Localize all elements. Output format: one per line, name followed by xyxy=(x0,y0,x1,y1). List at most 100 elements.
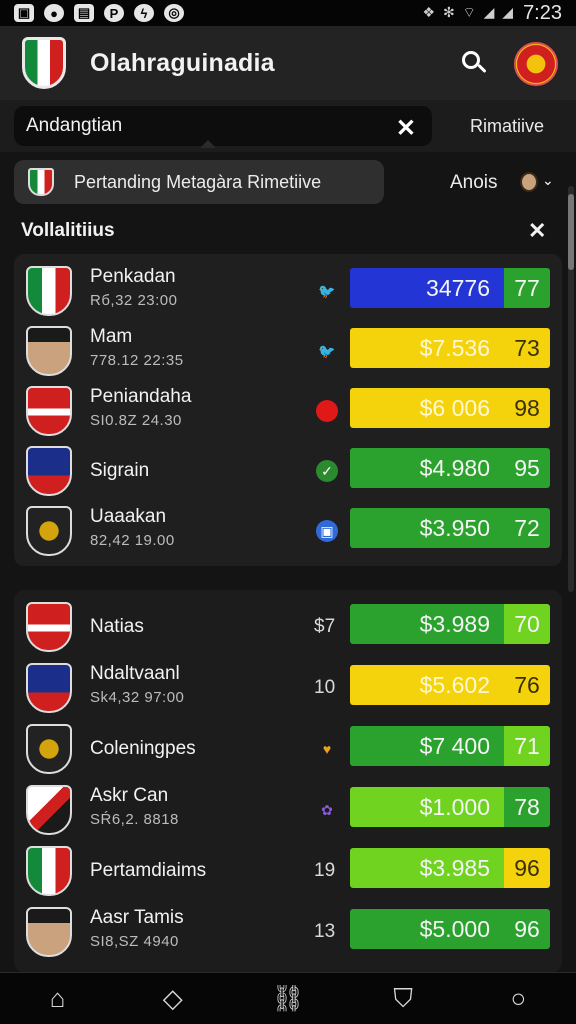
status-time: 7:23 xyxy=(523,1,562,24)
status-bar: ▣ ● ▤ P ϟ ◎ ❖ ✻ ⌔ ◢ ◢ 7:23 xyxy=(0,0,576,26)
row-mid-value: 10 xyxy=(314,677,336,698)
shield-icon[interactable]: ⛉ xyxy=(383,979,423,1019)
shield-badge-icon: ▣ xyxy=(316,520,338,542)
ball-icon: ◎ xyxy=(164,4,184,22)
value-bar[interactable]: $7.536 xyxy=(350,328,504,368)
filter-row: Pertanding Metagàra Rimetiive Anois ⌄ xyxy=(0,152,576,214)
location-icon[interactable]: ◇ xyxy=(153,979,193,1019)
filter-label: Pertanding Metagàra Rimetiive xyxy=(74,171,322,192)
activity-icon[interactable]: ⛓ xyxy=(268,979,308,1019)
list-item[interactable]: Coleningpes ♥ $7 400 71 xyxy=(14,716,562,776)
team-logo xyxy=(26,846,72,896)
list-item[interactable]: Mam 778.12 22:35 🐦 $7.536 73 xyxy=(14,318,562,378)
team-name: Uaaakan xyxy=(90,506,167,527)
team-logo xyxy=(26,506,72,556)
filter-dropdown-label[interactable]: Anois xyxy=(450,172,498,194)
team-name: Ndaltvaanl xyxy=(90,663,180,684)
list-item[interactable]: Ndaltvaanl Sk4,32 97:00 10 $5.602 76 xyxy=(14,655,562,715)
list-item[interactable]: Penіandaha SI0.8Z 24.30 $6 006 98 xyxy=(14,378,562,438)
score-badge: 78 xyxy=(504,787,550,827)
team-logo xyxy=(26,266,72,316)
profile-icon[interactable]: ○ xyxy=(498,979,538,1019)
list-item[interactable]: Askr Can SŔ6,2. 8818 ✿ $1.000 78 xyxy=(14,777,562,837)
search-chip[interactable]: Andangtian ✕ xyxy=(14,106,432,146)
value-bar[interactable]: $7 400 xyxy=(350,726,504,766)
score-badge: 71 xyxy=(504,726,550,766)
list-item[interactable]: Sigrain ✓ $4.980 95 xyxy=(14,438,562,498)
value-bar[interactable]: $3.989 xyxy=(350,604,504,644)
value-bar[interactable]: $1.000 xyxy=(350,787,504,827)
value-bar[interactable]: $3.950 xyxy=(350,508,504,548)
p-icon: P xyxy=(104,4,124,22)
bird-icon: ♥ xyxy=(322,741,332,757)
cluster-icon: ✿ xyxy=(321,801,333,818)
value-bar[interactable]: $5.000 xyxy=(350,909,504,949)
search-chip-label: Andangtian xyxy=(26,115,123,136)
team-logo xyxy=(26,326,72,376)
score-badge: 73 xyxy=(504,328,550,368)
team-name: Penkadan xyxy=(90,266,176,287)
team-logo xyxy=(26,907,72,957)
team-logo xyxy=(26,386,72,436)
team-meta: SI8,SZ 4940 xyxy=(90,933,179,950)
filter-chip[interactable]: Pertanding Metagàra Rimetiive xyxy=(14,160,384,204)
top-list-panel: Penkadan Rб,32 23:00 🐦 34776 77 Mam 778.12 22:… xyxy=(14,254,562,566)
team-meta: Rб,32 23:00 xyxy=(90,292,178,309)
value-bar[interactable]: $3.985 xyxy=(350,848,504,888)
team-name: Pertamdiaims xyxy=(90,860,207,881)
search-icon[interactable] xyxy=(458,48,490,80)
team-name: Sigrain xyxy=(90,460,150,481)
twitter-icon: 🐦 xyxy=(318,342,336,359)
circle-icon: ● xyxy=(44,4,64,22)
team-meta: 778.12 22:35 xyxy=(90,352,184,369)
team-name: Penіandaha xyxy=(90,386,192,407)
team-logo xyxy=(26,785,72,835)
score-badge: 76 xyxy=(504,665,550,705)
caret-icon xyxy=(200,140,216,148)
signal-icons: ❖ ✻ ⌔ ◢ ◢ xyxy=(422,4,516,20)
team-logo xyxy=(26,446,72,496)
team-logo xyxy=(26,724,72,774)
score-badge: 72 xyxy=(504,508,550,548)
team-name: Askr Can xyxy=(90,785,169,806)
list-item[interactable]: Natias $7 $3.989 70 xyxy=(14,594,562,654)
value-bar[interactable]: $6 006 xyxy=(350,388,504,428)
tab-strip: Andangtian ✕ Rimatiive xyxy=(0,100,576,152)
gallery-icon: ▣ xyxy=(14,4,34,22)
app-bar: Olahraguinadia xyxy=(0,26,576,100)
score-badge: 98 xyxy=(504,388,550,428)
close-icon[interactable]: ✕ xyxy=(396,114,416,143)
value-bar[interactable]: $5.602 xyxy=(350,665,504,705)
team-name: Coleningpes xyxy=(90,738,196,759)
list-item[interactable]: Uaaakan 82,42 19.00 ▣ $3.950 72 xyxy=(14,498,562,558)
list-item[interactable]: Pertamdiaims 19 $3.985 96 xyxy=(14,838,562,898)
app-logo xyxy=(22,37,66,89)
value-bar[interactable]: $4.980 xyxy=(350,448,504,488)
list-item[interactable]: Aasr Tamis SI8,SZ 4940 13 $5.000 96 xyxy=(14,899,562,959)
list-item[interactable]: Penkadan Rб,32 23:00 🐦 34776 77 xyxy=(14,258,562,318)
twitter-icon: 🐦 xyxy=(318,282,336,299)
score-badge: 70 xyxy=(504,604,550,644)
user-mini-avatar[interactable] xyxy=(520,172,538,192)
app-title: Olahraguinadia xyxy=(90,48,275,77)
flag-icon xyxy=(28,168,54,196)
home-icon[interactable]: ⌂ xyxy=(38,979,78,1019)
tab-rimatiive[interactable]: Rimatiive xyxy=(470,116,544,137)
score-badge: 77 xyxy=(504,268,550,308)
close-icon[interactable]: ✕ xyxy=(528,218,546,244)
value-bar[interactable]: 34776 xyxy=(350,268,504,308)
flash-icon: ϟ xyxy=(134,4,154,22)
section-title: Vollalitiius xyxy=(21,220,115,241)
check-icon: ✓ xyxy=(316,460,338,482)
score-badge: 96 xyxy=(504,909,550,949)
profile-avatar[interactable] xyxy=(514,42,558,86)
row-mid-value: 19 xyxy=(314,860,336,881)
team-name: Mam xyxy=(90,326,133,347)
chevron-down-icon[interactable]: ⌄ xyxy=(542,172,554,189)
team-meta: SI0.8Z 24.30 xyxy=(90,412,182,429)
team-meta: 82,42 19.00 xyxy=(90,532,175,549)
section-header: Vollalitiius ✕ xyxy=(0,214,576,250)
calendar-icon: ▤ xyxy=(74,4,94,22)
team-meta: SŔ6,2. 8818 xyxy=(90,811,179,828)
scrollbar-thumb[interactable] xyxy=(568,194,574,270)
